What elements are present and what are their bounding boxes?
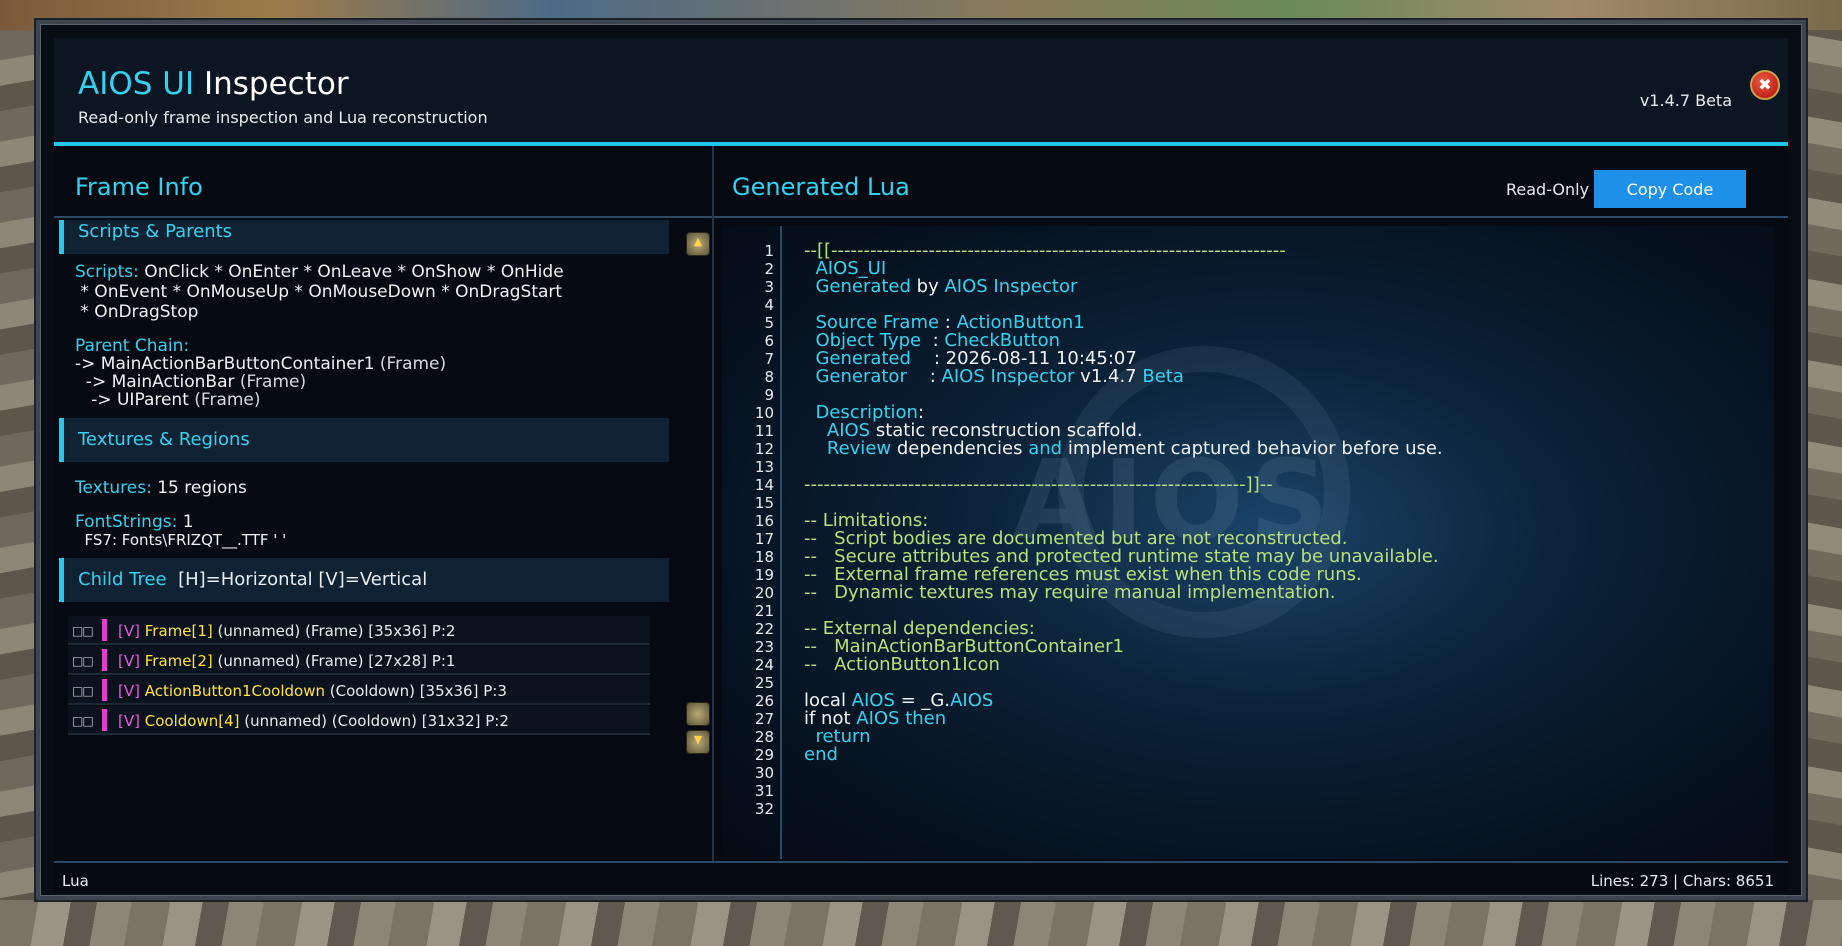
section-scripts-parents[interactable]: Scripts & Parents: [59, 220, 669, 254]
line-number: 6: [764, 332, 774, 350]
line-number: 5: [764, 314, 774, 332]
window-title: AIOS UI Inspector: [78, 66, 349, 102]
version-label: v1.4.7 Beta: [1639, 91, 1732, 110]
status-bar: Lua Lines: 273 | Chars: 8651: [54, 861, 1788, 893]
tree-node-icon: □□: [72, 714, 94, 728]
line-number: 20: [754, 584, 774, 602]
tree-row-text: [V] Cooldown[4] (unnamed) (Cooldown) [31…: [118, 712, 509, 730]
chevron-down-icon: ▼: [693, 733, 703, 746]
line-number: 17: [754, 530, 774, 548]
code-line: -- Dynamic textures may require manual i…: [804, 582, 1336, 603]
code-line: ----------------------------------------…: [804, 474, 1273, 495]
code-stats: Lines: 273 | Chars: 8651: [1590, 872, 1774, 890]
tree-node-icon: □□: [72, 684, 94, 698]
line-number: 16: [754, 512, 774, 530]
line-number: 23: [754, 638, 774, 656]
line-number: 27: [754, 710, 774, 728]
section-title: Scripts & Parents: [78, 221, 233, 242]
generated-lua-title: Generated Lua: [732, 173, 910, 201]
generated-lua-panel: Generated Lua Read-Only Copy Code AIOS 1…: [714, 146, 1788, 861]
line-number: 32: [754, 800, 774, 818]
line-number: 31: [754, 782, 774, 800]
textures-count: Textures: 15 regions: [75, 478, 247, 498]
tree-row[interactable]: □□ [V] ActionButton1Cooldown (Cooldown) …: [68, 676, 650, 705]
line-number: 1: [764, 242, 774, 260]
copy-code-button[interactable]: Copy Code: [1594, 170, 1746, 208]
section-title: Child Tree [H]=Horizontal [V]=Vertical: [78, 569, 428, 590]
code-line: end: [804, 744, 838, 765]
section-child-tree[interactable]: Child Tree [H]=Horizontal [V]=Vertical: [59, 558, 669, 602]
line-number: 26: [754, 692, 774, 710]
tree-node-icon: □□: [72, 654, 94, 668]
line-number-gutter: 1 2 3 4 5 6 7 8 9 10 11 12 13 14 15 16 1…: [722, 226, 782, 859]
section-title: Textures & Regions: [78, 429, 250, 450]
parent-chain-item-1: -> MainActionBarButtonContainer1 (Frame): [75, 354, 447, 374]
frame-info-scroll[interactable]: Scripts & Parents Scripts: OnClick * OnE…: [54, 220, 674, 859]
scripts-line-1: Scripts: OnClick * OnEnter * OnLeave * O…: [75, 262, 564, 282]
window-header[interactable]: AIOS UI Inspector Read-only frame inspec…: [54, 38, 1788, 146]
tree-row-text: [V] ActionButton1Cooldown (Cooldown) [35…: [118, 682, 507, 700]
line-number: 13: [754, 458, 774, 476]
parent-chain-item-2: -> MainActionBar (Frame): [75, 372, 307, 392]
language-label: Lua: [62, 872, 89, 890]
line-number: 14: [754, 476, 774, 494]
code-editor[interactable]: AIOS 1 2 3 4 5 6 7 8 9 10 11 12 13 14 15…: [722, 226, 1774, 859]
frame-info-title: Frame Info: [75, 173, 203, 201]
line-number: 12: [754, 440, 774, 458]
line-number: 30: [754, 764, 774, 782]
line-number: 15: [754, 494, 774, 512]
frame-info-panel: Frame Info Scripts & Parents Scripts: On…: [54, 146, 712, 861]
line-number: 24: [754, 656, 774, 674]
window-subtitle: Read-only frame inspection and Lua recon…: [78, 108, 488, 127]
line-number: 25: [754, 674, 774, 692]
scripts-line-3: * OnDragStop: [75, 302, 199, 322]
parent-chain-label: Parent Chain:: [75, 336, 190, 356]
tree-node-icon: □□: [72, 624, 94, 638]
scroll-thumb[interactable]: [686, 702, 710, 726]
tree-row-marker: [102, 679, 107, 701]
scroll-down-button[interactable]: ▼: [686, 730, 710, 754]
read-only-label: Read-Only: [1506, 180, 1590, 199]
fontstring-detail: FS7: Fonts\FRIZQT__.TTF ' ': [75, 531, 287, 549]
line-number: 18: [754, 548, 774, 566]
line-number: 8: [764, 368, 774, 386]
fontstrings-count: FontStrings: 1: [75, 512, 194, 532]
tree-row[interactable]: □□ [V] Frame[1] (unnamed) (Frame) [35x36…: [68, 616, 650, 645]
line-number: 2: [764, 260, 774, 278]
inspector-window: AIOS UI Inspector Read-only frame inspec…: [36, 20, 1806, 900]
line-number: 19: [754, 566, 774, 584]
line-number: 4: [764, 296, 774, 314]
line-number: 28: [754, 728, 774, 746]
tree-row-text: [V] Frame[2] (unnamed) (Frame) [27x28] P…: [118, 652, 456, 670]
tree-row-marker: [102, 619, 107, 641]
code-line: -- ActionButton1Icon: [804, 654, 1000, 675]
line-number: 22: [754, 620, 774, 638]
tree-row-marker: [102, 709, 107, 731]
tree-row-marker: [102, 649, 107, 671]
game-world-right: [1806, 30, 1842, 900]
game-world-bottom: [0, 900, 1842, 946]
code-line: Generator : AIOS Inspector v1.4.7 Beta: [804, 366, 1184, 387]
line-number: 21: [754, 602, 774, 620]
line-number: 11: [754, 422, 774, 440]
parent-chain-item-3: -> UIParent (Frame): [75, 390, 261, 410]
scroll-up-button[interactable]: ▲: [686, 232, 710, 256]
game-world-left: [0, 30, 36, 900]
tree-row[interactable]: □□ [V] Frame[2] (unnamed) (Frame) [27x28…: [68, 646, 650, 675]
line-number: 3: [764, 278, 774, 296]
close-icon[interactable]: ✖: [1750, 70, 1780, 100]
line-number: 7: [764, 350, 774, 368]
section-textures-regions[interactable]: Textures & Regions: [59, 418, 669, 462]
line-number: 9: [764, 386, 774, 404]
tree-row-text: [V] Frame[1] (unnamed) (Frame) [35x36] P…: [118, 622, 456, 640]
code-line: Review dependencies and implement captur…: [804, 438, 1443, 459]
scripts-line-2: * OnEvent * OnMouseUp * OnMouseDown * On…: [75, 282, 563, 302]
frame-info-header: Frame Info: [54, 146, 712, 218]
generated-lua-header: Generated Lua Read-Only Copy Code: [714, 146, 1788, 218]
tree-row[interactable]: □□ [V] Cooldown[4] (unnamed) (Cooldown) …: [68, 706, 650, 735]
line-number: 29: [754, 746, 774, 764]
line-number: 10: [754, 404, 774, 422]
code-line: Generated by AIOS Inspector: [804, 276, 1078, 297]
chevron-up-icon: ▲: [693, 235, 703, 248]
